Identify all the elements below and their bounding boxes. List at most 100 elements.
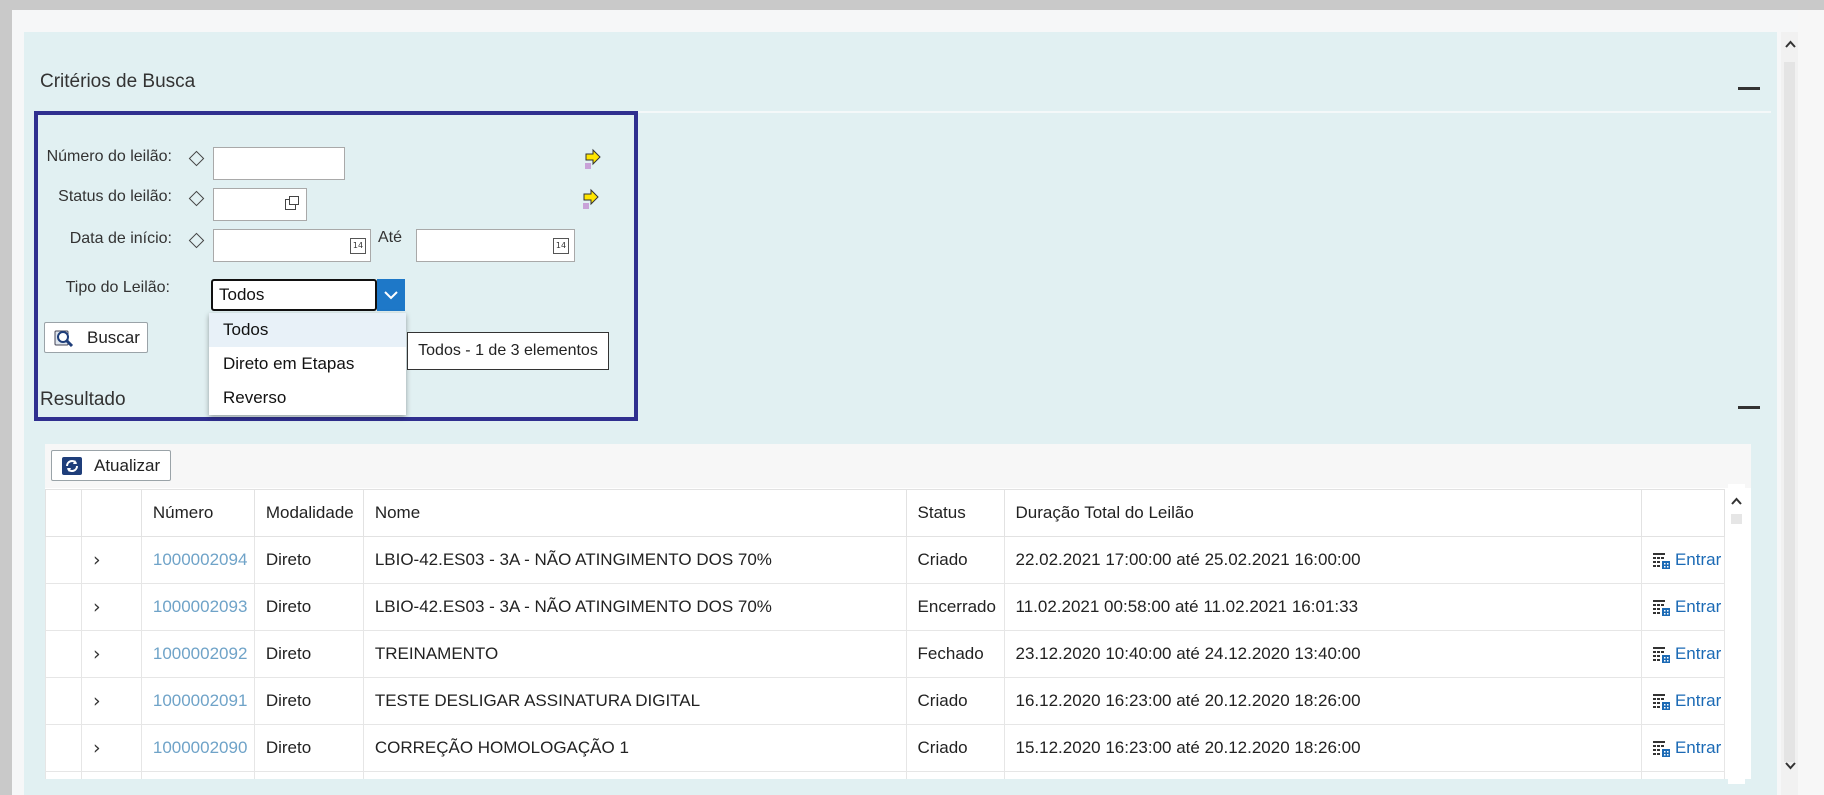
numero-link[interactable]: 1000002092 xyxy=(153,644,248,663)
calendar-icon[interactable]: 14 xyxy=(553,238,569,254)
entrar-cell: Entrar xyxy=(1640,724,1726,772)
modalidade-column-header[interactable]: Modalidade xyxy=(253,489,364,537)
nome-cell: LBIO-42.ES03 - 3A - NÃO ATINGIMENTO DOS … xyxy=(362,583,907,631)
numero-label: Número do leilão: xyxy=(46,148,172,165)
entrar-cell: Entrar xyxy=(1640,677,1726,725)
numero-link[interactable]: 1000002090 xyxy=(153,738,248,757)
modalidade-cell: Direto xyxy=(253,771,364,779)
row-expand-cell[interactable]: › xyxy=(80,771,142,779)
table-row[interactable]: › 1000002091 Direto TESTE DESLIGAR ASSINATU… xyxy=(45,677,1726,725)
chevron-down-icon xyxy=(384,291,398,300)
result-panel: Atualizar Número Modalidade Nome Status … xyxy=(45,444,1751,779)
chevron-right-icon[interactable]: › xyxy=(93,737,101,759)
row-expand-cell[interactable]: › xyxy=(80,583,142,631)
row-expand-cell[interactable]: › xyxy=(80,724,142,772)
tipo-label: Tipo do Leilão: xyxy=(65,279,170,296)
table-row[interactable]: › 1000002090 Direto CORREÇÃO HOMOLOGAÇÃO 1C… xyxy=(45,724,1726,772)
status-label: Status do leilão: xyxy=(58,188,172,205)
duracao-cell: 16.12.2020 16:23:00 até 20.12.2020 18:26… xyxy=(1003,677,1642,725)
entrar-cell: Entrar xyxy=(1640,771,1726,779)
numero-link[interactable]: 1000002093 xyxy=(153,597,248,616)
entrar-link[interactable]: Entrar xyxy=(1675,691,1721,710)
status-cell: Criado xyxy=(905,771,1005,779)
table-row[interactable]: › 1000002092 Direto TREINAMENTO Fechado 23.12… xyxy=(45,630,1726,678)
refresh-icon xyxy=(62,457,82,475)
data-inicio-label: Data de início: xyxy=(69,230,172,247)
entrar-link[interactable]: Entrar xyxy=(1675,738,1721,757)
chevron-down-icon[interactable] xyxy=(1785,762,1796,770)
value-help-icon[interactable] xyxy=(284,195,300,211)
numero-column-header[interactable]: Número xyxy=(140,489,255,537)
atualizar-label: Atualizar xyxy=(94,456,161,475)
numero-input[interactable] xyxy=(213,147,345,180)
row-select-cell[interactable] xyxy=(45,536,82,584)
row-expand-cell[interactable]: › xyxy=(80,536,142,584)
tipo-dropdown-button[interactable] xyxy=(377,279,405,311)
dropdown-item-todos[interactable]: Todos xyxy=(209,313,406,347)
result-collapse-button[interactable] xyxy=(1738,406,1760,409)
dropdown-item-direto-em-etapas[interactable]: Direto em Etapas xyxy=(209,347,406,381)
status-cell: Criado xyxy=(905,677,1005,725)
duracao-column-header[interactable]: Duração Total do Leilão xyxy=(1003,489,1642,537)
entrar-cell: Entrar xyxy=(1640,583,1726,631)
status-cell: Criado xyxy=(905,536,1005,584)
data-inicio-input[interactable] xyxy=(213,229,371,262)
modalidade-cell: Direto xyxy=(253,630,364,678)
result-table: Número Modalidade Nome Status Duração To… xyxy=(45,489,1726,779)
chevron-right-icon[interactable]: › xyxy=(93,596,101,618)
result-section-title: Resultado xyxy=(40,389,126,410)
numero-link[interactable]: 1000002091 xyxy=(153,691,248,710)
row-select-cell[interactable] xyxy=(45,771,82,779)
tipo-select[interactable]: Todos xyxy=(211,279,377,311)
chevron-right-icon[interactable]: › xyxy=(93,549,101,571)
table-scrollbar[interactable] xyxy=(1728,484,1745,784)
modalidade-cell: Direto xyxy=(253,583,364,631)
table-row[interactable]: › 1000002093 Direto LBIO-42.ES03 - 3A - NÃO… xyxy=(45,583,1726,631)
row-expand-cell[interactable]: › xyxy=(80,630,142,678)
search-collapse-button[interactable] xyxy=(1738,87,1760,90)
search-section-title: Critérios de Busca xyxy=(40,71,196,92)
table-row[interactable]: ›1000002089DiretoATUALIZAÇÃO MATERIALCri… xyxy=(45,771,1726,779)
dropdown-item-reverso[interactable]: Reverso xyxy=(209,381,406,415)
modalidade-cell: Direto xyxy=(253,677,364,725)
nome-cell: TREINAMENTO xyxy=(362,630,907,678)
chevron-up-icon[interactable] xyxy=(1785,40,1796,48)
modalidade-cell: Direto xyxy=(253,724,364,772)
buscar-button[interactable]: Buscar xyxy=(44,322,148,353)
row-select-cell[interactable] xyxy=(45,583,82,631)
numero-link[interactable]: 1000002094 xyxy=(153,550,248,569)
row-select-cell[interactable] xyxy=(45,677,82,725)
table-scroll-thumb[interactable] xyxy=(1731,514,1742,524)
table-grid-icon[interactable] xyxy=(1652,552,1671,569)
expand-column-header xyxy=(80,489,142,537)
table-grid-icon[interactable] xyxy=(1652,646,1671,663)
yellow-arrow-icon[interactable] xyxy=(584,148,602,170)
duracao-cell: 11.02.2021 00:58:00 até 11.02.2021 16:01… xyxy=(1003,583,1642,631)
entrar-link[interactable]: Entrar xyxy=(1675,597,1721,616)
chevron-right-icon[interactable]: › xyxy=(93,643,101,665)
result-toolbar: Atualizar xyxy=(45,444,1751,488)
row-expand-cell[interactable]: › xyxy=(80,677,142,725)
table-grid-icon[interactable] xyxy=(1652,599,1671,616)
page-scroll-thumb[interactable] xyxy=(1784,62,1795,762)
chevron-up-icon[interactable] xyxy=(1731,497,1742,505)
row-select-cell[interactable] xyxy=(45,630,82,678)
atualizar-button[interactable]: Atualizar xyxy=(51,450,171,481)
table-row[interactable]: › 1000002094 Direto LBIO-42.ES03 - 3A - NÃO… xyxy=(45,536,1726,584)
entrar-link[interactable]: Entrar xyxy=(1675,550,1721,569)
table-grid-icon[interactable] xyxy=(1652,740,1671,757)
select-column-header xyxy=(45,489,82,537)
entrar-link[interactable]: Entrar xyxy=(1675,644,1721,663)
data-fim-input[interactable] xyxy=(416,229,575,262)
status-cell: Criado xyxy=(905,724,1005,772)
entrar-cell: Entrar xyxy=(1640,630,1726,678)
status-cell: Encerrado xyxy=(905,583,1005,631)
status-column-header[interactable]: Status xyxy=(905,489,1005,537)
calendar-icon[interactable]: 14 xyxy=(350,238,366,254)
nome-column-header[interactable]: Nome xyxy=(362,489,907,537)
yellow-arrow-icon[interactable] xyxy=(582,188,600,210)
table-grid-icon[interactable] xyxy=(1652,693,1671,710)
chevron-right-icon[interactable]: › xyxy=(93,690,101,712)
row-select-cell[interactable] xyxy=(45,724,82,772)
window-edge xyxy=(1798,10,1824,795)
